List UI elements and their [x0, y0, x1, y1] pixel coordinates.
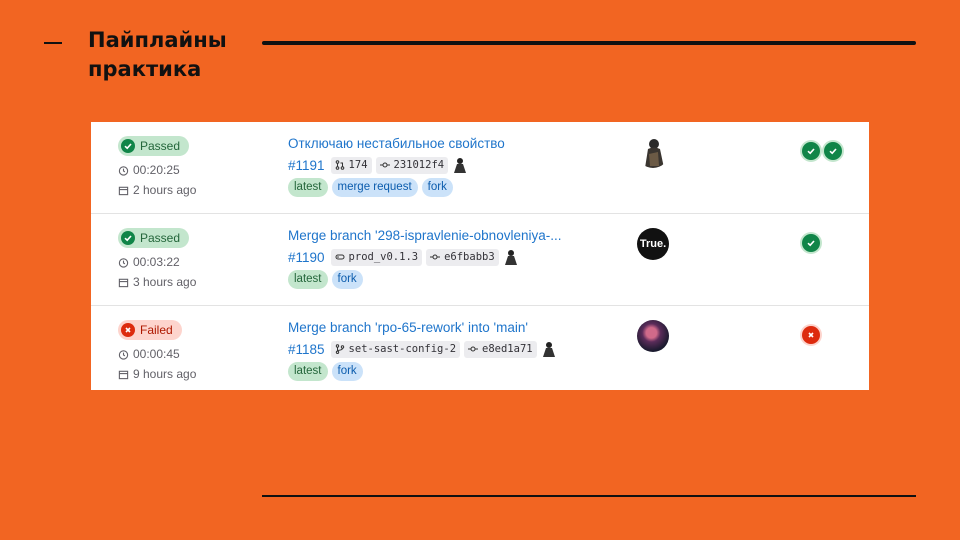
user-avatar-icon	[454, 158, 467, 173]
commit-sha: 231012f4	[393, 159, 445, 171]
finished-at: 9 hours ago	[118, 366, 268, 382]
pipeline-cell: Отключаю нестабильное свойство #1191 174…	[288, 134, 618, 197]
tag-fork: fork	[331, 270, 363, 289]
tag-fork: fork	[421, 178, 453, 197]
status-cell: Passed 00:03:22 3 hours ago	[118, 228, 268, 290]
pipeline-id-link[interactable]: #1185	[288, 342, 325, 357]
author-avatar[interactable]: True.	[637, 228, 669, 260]
author-avatar[interactable]	[637, 136, 669, 168]
user-avatar-icon	[542, 342, 555, 357]
tag-latest: latest	[288, 270, 328, 289]
slide-title: Пайплайны практика	[88, 28, 227, 81]
ref-label: set-sast-config-2	[348, 343, 457, 355]
commit-icon	[379, 162, 390, 168]
ref-label: prod_v0.1.3	[348, 251, 419, 263]
finished-at: 2 hours ago	[118, 182, 268, 198]
pipeline-cell: Merge branch 'rpo-65-rework' into 'main'…	[288, 318, 618, 381]
duration-value: 00:03:22	[133, 255, 180, 269]
check-icon	[807, 240, 815, 247]
calendar-icon	[118, 278, 129, 287]
finished-value: 2 hours ago	[133, 183, 197, 197]
status-label: Passed	[140, 231, 181, 245]
branch-icon	[335, 344, 344, 354]
merge-request-icon	[335, 160, 344, 170]
duration: 00:00:45	[118, 346, 268, 362]
duration: 00:03:22	[118, 254, 268, 270]
tag-merge-request: merge request	[331, 178, 418, 197]
pipeline-stages	[802, 234, 820, 252]
avatar-text: True.	[639, 238, 667, 250]
timer-icon	[118, 257, 129, 268]
ref-label: 174	[348, 159, 368, 171]
commit-icon	[468, 346, 479, 352]
timer-icon	[118, 165, 129, 176]
hooded-figure-icon	[645, 139, 664, 168]
close-circle-icon	[121, 323, 135, 337]
top-divider	[262, 41, 916, 45]
stage-status-success[interactable]	[802, 234, 820, 252]
title-dash	[44, 42, 62, 44]
finished-value: 3 hours ago	[133, 275, 197, 289]
status-cell: Passed 00:20:25 2 hours ago	[118, 136, 268, 198]
commit-title-link[interactable]: Merge branch 'rpo-65-rework' into 'main'	[288, 318, 618, 337]
commit-chip[interactable]: e6fbabb3	[426, 248, 499, 266]
status-badge[interactable]: Failed	[118, 320, 182, 340]
duration: 00:20:25	[118, 162, 268, 178]
ref-chip[interactable]: prod_v0.1.3	[330, 248, 423, 266]
pipeline-id-link[interactable]: #1191	[288, 158, 325, 173]
pipeline-stages	[802, 142, 842, 160]
pipeline-stages	[802, 326, 820, 344]
ref-chip[interactable]: 174	[330, 156, 372, 174]
user-avatar-icon	[504, 250, 517, 265]
commit-icon	[430, 254, 441, 260]
stage-status-success[interactable]	[824, 142, 842, 160]
commit-sha: e6fbabb3	[444, 251, 495, 263]
calendar-icon	[118, 186, 129, 195]
finished-at: 3 hours ago	[118, 274, 268, 290]
table-row: Passed 00:20:25 2 hours ago Отключаю нес…	[91, 122, 869, 214]
pipelines-table: Passed 00:20:25 2 hours ago Отключаю нес…	[91, 122, 869, 390]
ref-chip[interactable]: set-sast-config-2	[330, 340, 461, 358]
status-label: Passed	[140, 139, 181, 153]
close-icon	[808, 332, 814, 338]
duration-value: 00:00:45	[133, 347, 180, 361]
table-row: Passed 00:03:22 3 hours ago Merge branch…	[91, 213, 869, 306]
check-circle-icon	[121, 231, 135, 245]
commit-title-link[interactable]: Отключаю нестабильное свойство	[288, 134, 618, 153]
stage-status-success[interactable]	[802, 142, 820, 160]
commit-sha: e8ed1a71	[482, 343, 533, 355]
table-row: Failed 00:00:45 9 hours ago Merge branch…	[91, 305, 869, 398]
bottom-divider	[262, 495, 916, 497]
check-icon	[829, 148, 837, 155]
commit-title-link[interactable]: Merge branch '298-ispravlenie-obnovleniy…	[288, 226, 618, 245]
tag-icon	[335, 254, 345, 260]
finished-value: 9 hours ago	[133, 367, 197, 381]
status-label: Failed	[140, 323, 173, 337]
author-avatar[interactable]	[637, 320, 669, 352]
calendar-icon	[118, 370, 129, 379]
timer-icon	[118, 349, 129, 360]
commit-chip[interactable]: e8ed1a71	[464, 340, 537, 358]
duration-value: 00:20:25	[133, 163, 180, 177]
check-circle-icon	[121, 139, 135, 153]
commit-chip[interactable]: 231012f4	[375, 156, 449, 174]
tag-fork: fork	[331, 362, 363, 381]
pipeline-cell: Merge branch '298-ispravlenie-obnovleniy…	[288, 226, 618, 289]
status-badge[interactable]: Passed	[118, 136, 190, 156]
status-badge[interactable]: Passed	[118, 228, 190, 248]
check-icon	[807, 148, 815, 155]
stage-status-failed[interactable]	[802, 326, 820, 344]
status-cell: Failed 00:00:45 9 hours ago	[118, 320, 268, 382]
tag-latest: latest	[288, 178, 328, 197]
pipeline-id-link[interactable]: #1190	[288, 250, 325, 265]
tag-latest: latest	[288, 362, 328, 381]
